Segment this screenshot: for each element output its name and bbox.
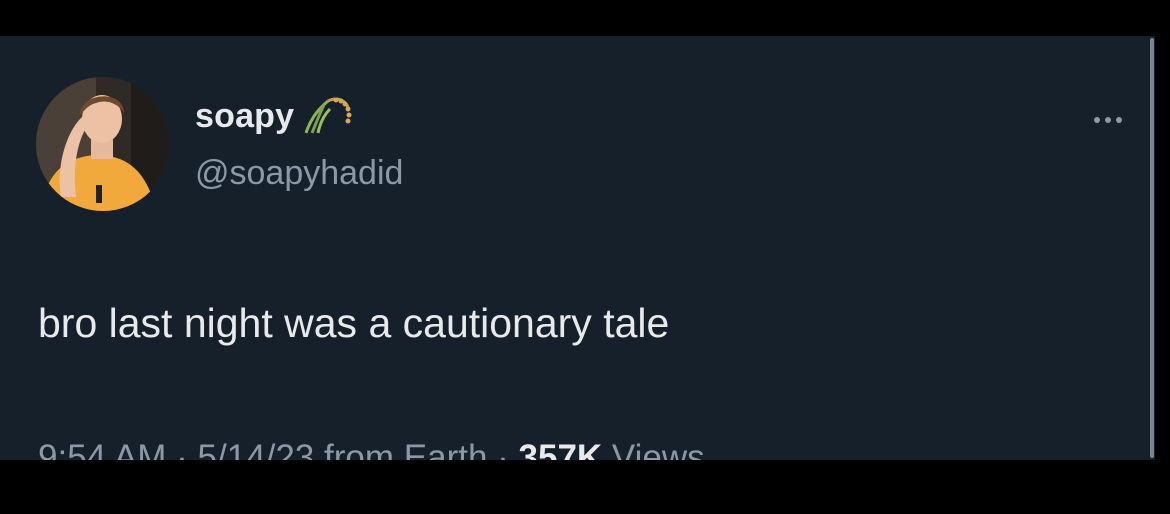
tweet-text: bro last night was a cautionary tale (38, 300, 670, 346)
scrollbar[interactable] (1150, 38, 1154, 458)
more-horizontal-icon-dot (1105, 117, 1111, 123)
tweet-source: from Earth (314, 438, 488, 460)
rice-plant-emoji-icon (298, 93, 358, 137)
views-count[interactable]: 357K (519, 438, 603, 460)
tweet-metadata: 9:54 AM · 5/14/23 from Earth · 357K View… (38, 436, 705, 460)
tweet-date[interactable]: 5/14/23 (198, 438, 315, 460)
more-options-button[interactable] (1086, 108, 1130, 132)
avatar[interactable] (36, 77, 170, 211)
more-horizontal-icon (1094, 117, 1100, 123)
display-name[interactable]: soapy (195, 96, 294, 136)
meta-separator: · (166, 438, 198, 460)
views-label: Views (602, 438, 705, 460)
tweet-time[interactable]: 9:54 AM (38, 438, 166, 460)
more-horizontal-icon-dot (1116, 117, 1122, 123)
tweet-card: soapy @soapyhadid bro last night was a c… (0, 36, 1155, 460)
user-name-row[interactable]: soapy (195, 96, 358, 136)
meta-separator: · (487, 438, 519, 460)
user-handle[interactable]: @soapyhadid (195, 153, 403, 193)
